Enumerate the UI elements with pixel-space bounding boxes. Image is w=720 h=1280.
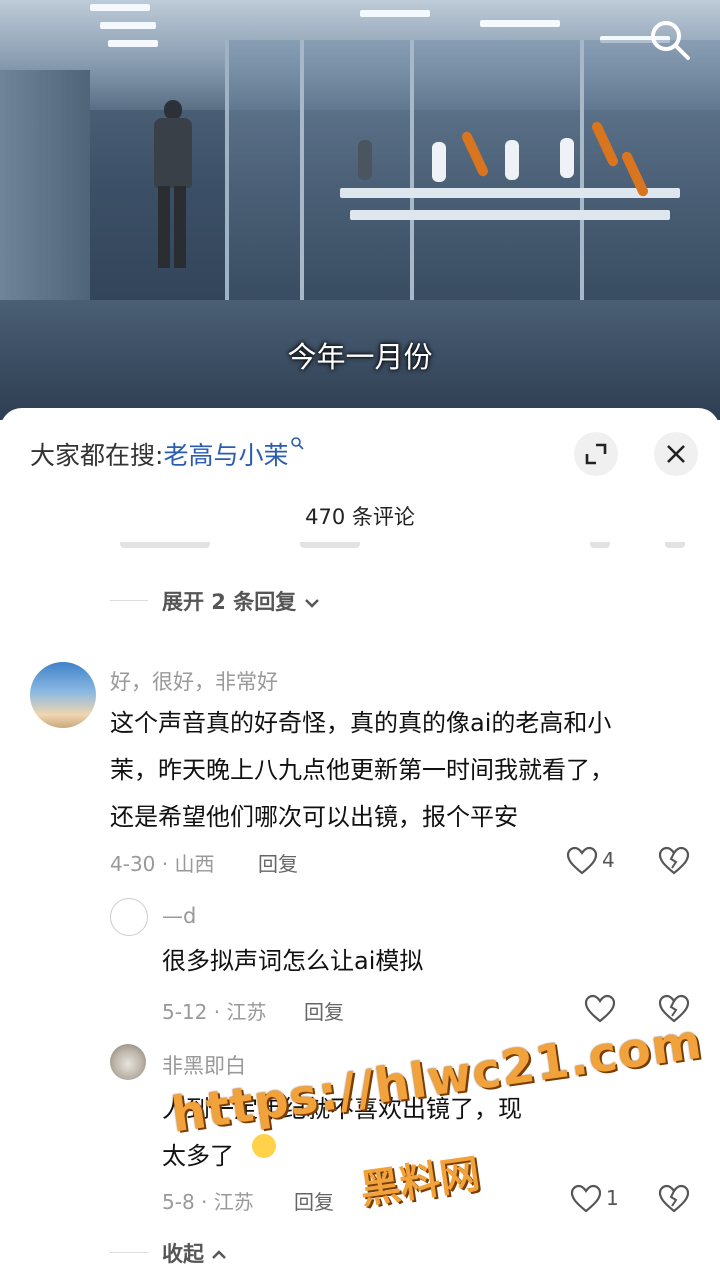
heart-icon[interactable] bbox=[570, 1184, 602, 1214]
avatar[interactable] bbox=[30, 662, 96, 728]
ceiling-light bbox=[100, 22, 156, 29]
heart-icon[interactable] bbox=[584, 994, 616, 1024]
collapse-link[interactable]: 收起 bbox=[162, 1238, 227, 1268]
expand-button[interactable] bbox=[574, 432, 618, 476]
reply-meta: 5-12 · 江苏 bbox=[162, 1000, 267, 1024]
comment-sheet: 大家都在搜:老高与小茉 470 条评论 展开 2 条回复 好，很好，非常好 这个… bbox=[0, 408, 720, 1280]
chevron-up-icon bbox=[212, 1250, 227, 1259]
avatar[interactable] bbox=[110, 1044, 146, 1080]
close-button[interactable] bbox=[654, 432, 698, 476]
hot-search-prefix: 大家都在搜: bbox=[30, 441, 164, 470]
clipped-previous-row bbox=[120, 542, 700, 556]
robot-figure bbox=[560, 138, 574, 178]
reply-username[interactable]: 非黑即白 bbox=[162, 1050, 246, 1080]
robot-figure bbox=[432, 142, 446, 182]
expand-replies-link[interactable]: 展开 2 条回复 bbox=[162, 586, 320, 616]
worker-figure bbox=[358, 140, 372, 180]
hot-search-bar[interactable]: 大家都在搜:老高与小茉 bbox=[30, 436, 305, 472]
workbench bbox=[350, 210, 670, 220]
reply-meta: 5-8 · 江苏 bbox=[162, 1190, 254, 1214]
reply-button[interactable]: 回复 bbox=[304, 996, 344, 1025]
comment-line: 还是希望他们哪次可以出镜，报个平安 bbox=[110, 803, 518, 831]
glass-frame bbox=[300, 40, 304, 310]
robot-figure bbox=[505, 140, 519, 180]
ceiling-light bbox=[108, 40, 158, 47]
divider-line bbox=[110, 1252, 148, 1253]
workbench bbox=[340, 188, 680, 198]
comment-meta: 4-30 · 山西 bbox=[110, 852, 215, 876]
comment-username[interactable]: 好，很好，非常好 bbox=[110, 666, 278, 696]
hot-search-keyword[interactable]: 老高与小茉 bbox=[163, 441, 288, 470]
comment-line: 茉，昨天晚上八九点他更新第一时间我就看了， bbox=[110, 756, 614, 784]
ceiling-light bbox=[360, 10, 430, 17]
heart-icon[interactable] bbox=[566, 846, 598, 876]
avatar[interactable] bbox=[110, 898, 148, 936]
small-search-icon bbox=[291, 437, 305, 450]
reply-button[interactable]: 回复 bbox=[258, 848, 298, 877]
dislike-broken-heart-icon[interactable] bbox=[658, 1184, 690, 1214]
expand-icon bbox=[585, 443, 607, 465]
ceiling-light bbox=[480, 20, 560, 27]
expand-replies-label: 展开 2 条回复 bbox=[162, 590, 297, 614]
chevron-down-icon bbox=[304, 599, 319, 608]
video-player[interactable]: 今年一月份 bbox=[0, 0, 720, 420]
comment-count: 470 条评论 bbox=[305, 505, 415, 529]
divider-line bbox=[110, 600, 148, 601]
video-subtitle: 今年一月份 bbox=[287, 340, 433, 374]
like-count: 4 bbox=[602, 848, 615, 872]
close-icon bbox=[667, 445, 685, 463]
dislike-broken-heart-icon[interactable] bbox=[658, 846, 690, 876]
emoji-icon bbox=[252, 1134, 276, 1158]
walking-man-figure bbox=[150, 100, 196, 270]
glass-frame bbox=[580, 40, 584, 310]
video-wall bbox=[0, 70, 90, 320]
reply-button[interactable]: 回复 bbox=[294, 1186, 334, 1215]
reply-text[interactable]: 很多拟声词怎么让ai模拟 bbox=[162, 938, 682, 985]
collapse-label: 收起 bbox=[162, 1242, 204, 1266]
glass-frame bbox=[410, 40, 414, 310]
comment-line: 这个声音真的好奇怪，真的真的像ai的老高和小 bbox=[110, 709, 612, 737]
comment-text[interactable]: 这个声音真的好奇怪，真的真的像ai的老高和小 茉，昨天晚上八九点他更新第一时间我… bbox=[110, 700, 700, 841]
ceiling-light bbox=[90, 4, 150, 11]
like-count: 1 bbox=[606, 1186, 619, 1210]
reply-username[interactable]: —d bbox=[162, 904, 196, 928]
search-icon[interactable] bbox=[646, 16, 694, 64]
